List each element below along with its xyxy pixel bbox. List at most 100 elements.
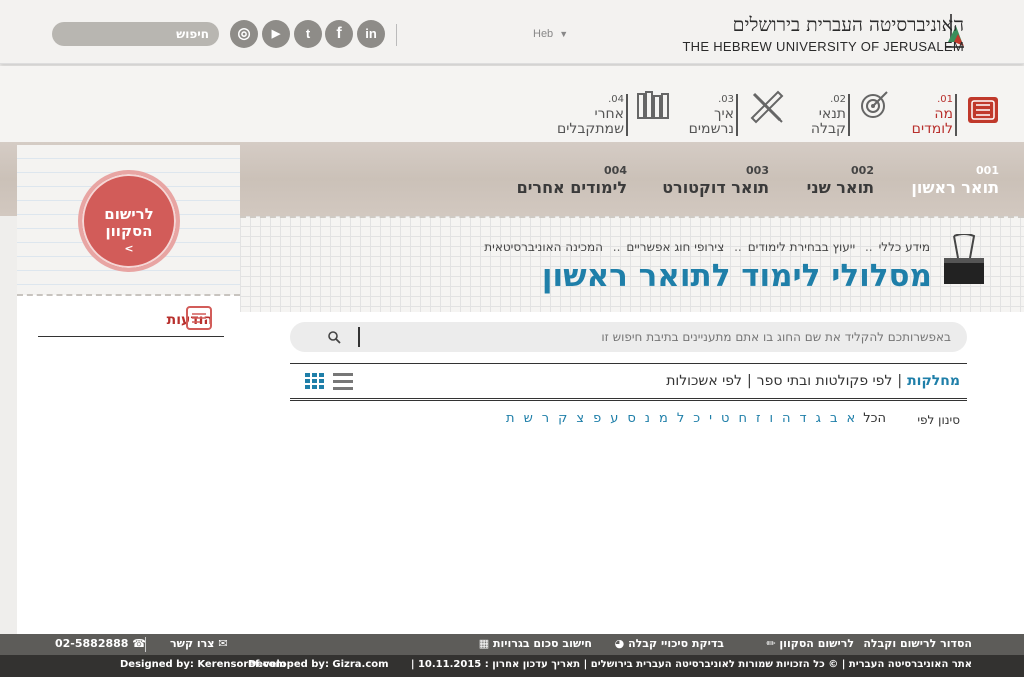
list-view-icon[interactable] xyxy=(333,373,353,390)
alphabet-letter[interactable]: ע xyxy=(610,411,618,426)
nav-item-label: מה xyxy=(934,106,953,122)
alphabet-letter[interactable]: מ xyxy=(659,411,668,426)
register-button[interactable]: לרישום הסקוון > xyxy=(78,170,180,272)
tab-doctorate[interactable]: 003 תואר דוקטורט xyxy=(662,164,769,197)
breadcrumb-item[interactable]: צירופי חוג אפשריים xyxy=(626,240,724,254)
footer-link-label: חישוב סכום בגרויות xyxy=(493,637,592,650)
filter-divider xyxy=(290,398,967,401)
footer-link[interactable]: חישוב סכום בגרויות ▦ xyxy=(479,637,592,650)
search-caret xyxy=(358,327,360,347)
logo-hebrew: האוניברסיטה העברית בירושלים xyxy=(732,14,964,36)
register-label: לרישום xyxy=(104,205,154,223)
breadcrumb: מידע כללי.. ייעוץ בבחירת לימודים.. צירופ… xyxy=(484,240,930,254)
footer-contact[interactable]: ✉ צרו קשר xyxy=(170,637,228,650)
alphabet-letter[interactable]: פ xyxy=(593,411,601,426)
grid-view-icon[interactable] xyxy=(305,373,325,390)
nav-item-number: 03. xyxy=(718,94,734,105)
facebook-icon[interactable]: f xyxy=(325,20,353,48)
calculator-icon: ▦ xyxy=(478,637,490,650)
alphabet-letter[interactable]: צ xyxy=(576,411,584,426)
target-icon xyxy=(861,91,888,118)
program-search-input[interactable] xyxy=(290,322,967,352)
alphabet-letter[interactable]: כ xyxy=(693,411,700,426)
linkedin-icon[interactable]: in xyxy=(357,20,385,48)
instagram-icon[interactable]: ◎ xyxy=(230,20,258,48)
breadcrumb-item[interactable]: ייעוץ בבחירת לימודים xyxy=(748,240,855,254)
footer-links-bar: הסדור לרישום וקבלה לרישום הסקוון ✏ בדיקת… xyxy=(0,634,1024,655)
header-search-input[interactable]: חיפוש xyxy=(52,22,219,46)
alphabet-letter[interactable]: ז xyxy=(756,411,761,426)
tab-number: 003 xyxy=(746,164,769,177)
alphabet-filter: הכלאבגדהוזחטיכלמנסעפצקרשת xyxy=(497,411,886,426)
footer-link[interactable]: בדיקת סיכויי קבלה ◕ xyxy=(615,637,724,650)
breadcrumb-item[interactable]: מידע כללי xyxy=(879,240,930,254)
alphabet-letter[interactable]: ח xyxy=(738,411,747,426)
nav-item-number: 01. xyxy=(937,94,953,105)
nav-divider xyxy=(736,94,738,136)
nav-item-number: 02. xyxy=(830,94,846,105)
alphabet-letter[interactable]: ס xyxy=(627,411,635,426)
sidebar-divider xyxy=(17,294,240,296)
alphabet-letter[interactable]: ד xyxy=(800,411,807,426)
notices-underline xyxy=(38,336,224,337)
language-selector[interactable]: Heb ▼ xyxy=(533,28,568,40)
alphabet-letter[interactable]: ק xyxy=(558,411,567,426)
breadcrumb-separator: .. xyxy=(612,240,621,254)
nav-item-label: שמתקבלים xyxy=(556,121,624,137)
phone-icon: ☎ xyxy=(132,637,146,650)
alphabet-letters: אבגדהוזחטיכלמנסעפצקרשת xyxy=(497,411,855,426)
tab-label: תואר ראשון xyxy=(911,178,999,197)
alphabet-letter[interactable]: א xyxy=(847,411,856,426)
breadcrumb-item[interactable]: המכינה האוניברסיטאית xyxy=(484,240,603,254)
filter-tabs: מחלקות|לפי פקולטות ובתי ספר|לפי אשכולות xyxy=(666,373,960,389)
alphabet-letter[interactable]: נ xyxy=(645,411,650,426)
footer-link-label: צרו קשר xyxy=(170,637,215,650)
envelope-icon: ✉ xyxy=(218,637,228,650)
tab-number: 004 xyxy=(604,164,627,177)
alphabet-letter[interactable]: ה xyxy=(782,411,791,426)
nav-item-after-acceptance[interactable]: 04. אחרי שמתקבלים xyxy=(557,92,624,137)
university-logo[interactable]: האוניברסיטה העברית בירושלים THE HEBREW U… xyxy=(682,14,964,54)
filter-divider xyxy=(290,363,967,364)
alphabet-letter[interactable]: ת xyxy=(506,411,515,426)
alphabet-letter[interactable]: ר xyxy=(542,411,549,426)
alphabet-letter[interactable]: ג xyxy=(816,411,821,426)
logo-english: THE HEBREW UNIVERSITY OF JERUSALEM xyxy=(682,39,964,54)
tab-other-studies[interactable]: 004 לימודים אחרים xyxy=(517,164,627,197)
filter-faculties[interactable]: לפי פקולטות ובתי ספר xyxy=(757,373,893,389)
alphabet-letter[interactable]: ט xyxy=(721,411,729,426)
alphabet-letter[interactable]: י xyxy=(709,411,712,426)
footer-developed-by[interactable]: Developed by: Gizra.com xyxy=(248,659,389,670)
breadcrumb-separator: .. xyxy=(864,240,873,254)
tab-label: לימודים אחרים xyxy=(516,178,627,197)
footer-phone[interactable]: 02-5882888 ☎ xyxy=(55,637,146,650)
main-content xyxy=(240,312,1024,634)
alphabet-all[interactable]: הכל xyxy=(863,411,886,426)
arrow-icon: > xyxy=(124,242,134,255)
nav-item-number: 04. xyxy=(608,94,624,105)
alphabet-letter[interactable]: ש xyxy=(524,411,533,426)
search-icon[interactable] xyxy=(327,330,341,344)
tab-number: 001 xyxy=(976,164,999,177)
chevron-down-icon: ▼ xyxy=(559,29,569,39)
filter-departments[interactable]: מחלקות xyxy=(907,373,960,389)
alphabet-letter[interactable]: ל xyxy=(677,411,684,426)
nav-item-label: איך xyxy=(713,106,734,122)
alphabet-letter[interactable]: ב xyxy=(830,411,838,426)
nav-item-admission-terms[interactable]: 02. תנאי קבלה xyxy=(811,92,846,137)
tab-bachelor[interactable]: 001 תואר ראשון xyxy=(911,164,999,197)
filter-clusters[interactable]: לפי אשכולות xyxy=(666,373,742,389)
tab-master[interactable]: 002 תואר שני xyxy=(807,164,874,197)
alphabet-letter[interactable]: ו xyxy=(770,411,774,426)
twitter-icon[interactable]: t xyxy=(294,20,322,48)
footer-link[interactable]: הסדור לרישום וקבלה xyxy=(863,637,972,650)
nav-divider xyxy=(626,94,628,136)
binder-clip-icon xyxy=(944,234,984,284)
nav-item-what-to-study[interactable]: 01. מה לומדים xyxy=(912,92,953,137)
nav-item-label: נרשמים xyxy=(688,121,734,137)
tab-label: תואר שני xyxy=(806,178,874,197)
nav-item-how-to-register[interactable]: 03. איך נרשמים xyxy=(689,92,734,137)
footer-link[interactable]: לרישום הסקוון ✏ xyxy=(766,637,854,650)
book-icon xyxy=(968,97,998,123)
youtube-icon[interactable]: ▶ xyxy=(262,20,290,48)
